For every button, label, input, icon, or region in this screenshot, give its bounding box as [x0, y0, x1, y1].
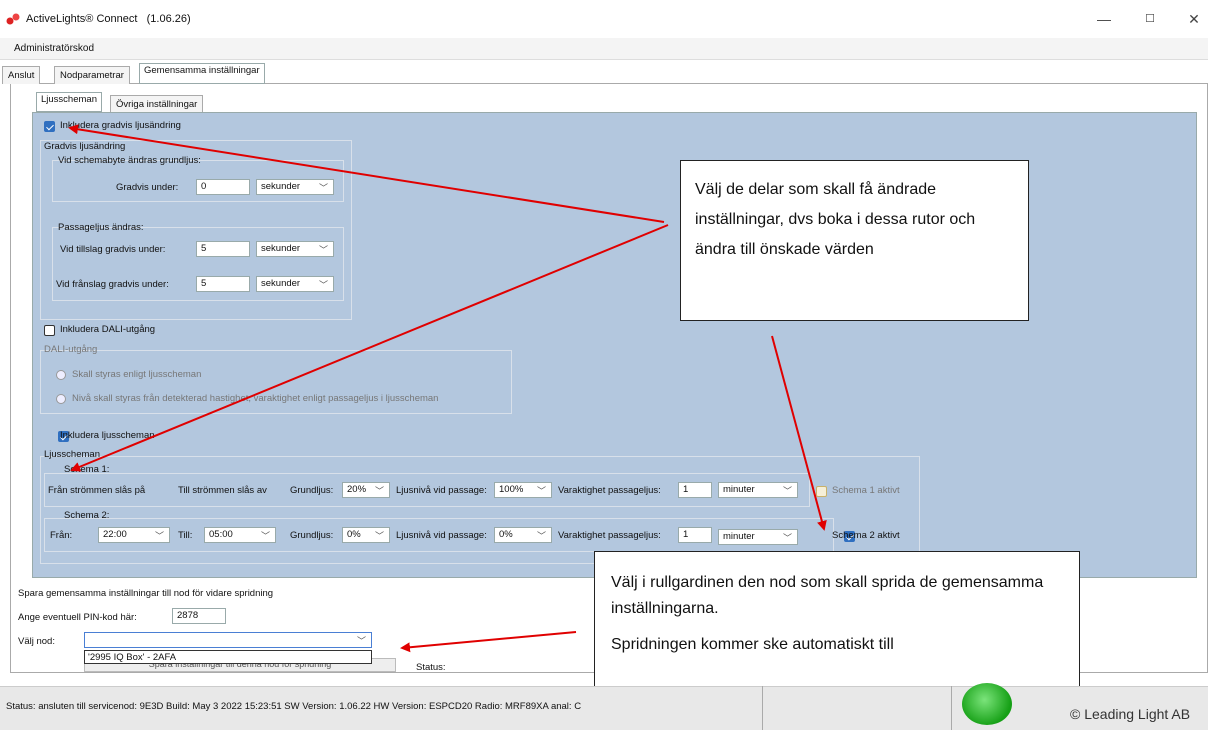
- scheme2-active-label: Schema 2 aktivt: [832, 530, 900, 541]
- tab-ovriga-installningar[interactable]: Övriga inställningar: [110, 95, 204, 113]
- on-unit-select[interactable]: sekunder ﹀: [256, 241, 334, 257]
- spread-title: Spara gemensamma inställningar till nod …: [18, 588, 274, 599]
- gradually-unit-select[interactable]: sekunder ﹀: [256, 179, 334, 195]
- off-gradual-input[interactable]: 5: [196, 276, 250, 292]
- annotation-callout-1: Välj de delar som skall få ändrade instä…: [680, 160, 1029, 321]
- include-dali-checkbox[interactable]: [44, 325, 55, 336]
- title-bar: ActiveLights® Connect (1.06.26) — ☐ ✕: [0, 0, 1208, 38]
- status-segment: [762, 686, 952, 730]
- include-gradual-checkbox[interactable]: [44, 121, 55, 132]
- scheme2-title: Schema 2:: [64, 510, 110, 521]
- scheme2-to-label: Till:: [178, 530, 193, 541]
- off-unit-select[interactable]: sekunder ﹀: [256, 276, 334, 292]
- schemes-group-title: Ljusscheman: [44, 449, 100, 460]
- chevron-down-icon: ﹀: [374, 531, 384, 541]
- node-select[interactable]: ﹀: [84, 632, 372, 648]
- scheme1-duration-input[interactable]: 1: [678, 482, 712, 498]
- off-gradual-label: Vid frånslag gradvis under:: [56, 279, 169, 290]
- scheme2-duration-unit-select[interactable]: minuter ﹀: [718, 529, 798, 545]
- chevron-down-icon: ﹀: [318, 183, 328, 193]
- passage-light-title: Passageljus ändras:: [58, 222, 144, 233]
- status-text: Status: ansluten till servicenod: 9E3D B…: [6, 701, 582, 712]
- chevron-down-icon: ﹀: [356, 636, 366, 646]
- chevron-down-icon: ﹀: [154, 531, 164, 541]
- include-gradual-label: Inkludera gradvis ljusändring: [60, 120, 181, 131]
- node-label: Välj nod:: [18, 636, 55, 647]
- dali-radio-speed-label: Nivå skall styras från detekterad hastig…: [72, 393, 439, 404]
- chevron-down-icon: ﹀: [536, 531, 546, 541]
- include-schemes-label: Inkludera ljusscheman: [60, 430, 155, 441]
- dali-group: [40, 350, 512, 414]
- minimize-button[interactable]: —: [1086, 6, 1122, 32]
- scheme1-active-label: Schema 1 aktivt: [832, 485, 900, 496]
- scheme1-level-label: Ljusnivå vid passage:: [396, 485, 487, 496]
- scheme2-to-select[interactable]: 05:00 ﹀: [204, 527, 276, 543]
- node-option[interactable]: '2995 IQ Box' - 2AFA: [84, 650, 372, 664]
- scheme1-duration-label: Varaktighet passageljus:: [558, 485, 661, 496]
- chevron-down-icon: ﹀: [782, 533, 792, 543]
- menu-item-admin[interactable]: Administratörskod: [14, 43, 94, 54]
- tab-anslut[interactable]: Anslut: [2, 66, 41, 84]
- annotation-2-line1: Välj i rullgardinen den nod som skall sp…: [611, 574, 1044, 617]
- scheme1-base-label: Grundljus:: [290, 485, 334, 496]
- scheme1-base-select[interactable]: 20% ﹀: [342, 482, 390, 498]
- spread-status-label: Status:: [416, 662, 446, 673]
- pin-label: Ange eventuell PIN-kod här:: [18, 612, 137, 623]
- scheme1-to: Till strömmen slås av: [178, 485, 267, 496]
- scheme-change-title: Vid schemabyte ändras grundljus:: [58, 155, 201, 166]
- maximize-button[interactable]: ☐: [1132, 6, 1168, 32]
- app-logo-icon: [6, 13, 20, 25]
- copyright-text: © Leading Light AB: [1070, 706, 1191, 722]
- chevron-down-icon: ﹀: [260, 531, 270, 541]
- scheme1-duration-unit-select[interactable]: minuter ﹀: [718, 482, 798, 498]
- close-button[interactable]: ✕: [1176, 6, 1208, 32]
- annotation-2-line2: Spridningen kommer ske automatiskt till: [611, 636, 894, 653]
- on-gradual-input[interactable]: 5: [196, 241, 250, 257]
- dali-radio-schedule[interactable]: [56, 370, 66, 380]
- dali-group-title: DALI-utgång: [44, 344, 98, 355]
- on-gradual-label: Vid tillslag gradvis under:: [60, 244, 166, 255]
- gradually-under-label: Gradvis under:: [116, 182, 179, 193]
- dali-radio-speed[interactable]: [56, 394, 66, 404]
- tab-nodparametrar[interactable]: Nodparametrar: [54, 66, 130, 84]
- scheme2-duration-input[interactable]: 1: [678, 527, 712, 543]
- chevron-down-icon: ﹀: [536, 486, 546, 496]
- scheme2-duration-label: Varaktighet passageljus:: [558, 530, 661, 541]
- chevron-down-icon: ﹀: [374, 486, 384, 496]
- tab-ljusscheman[interactable]: Ljusscheman: [36, 92, 102, 112]
- scheme2-from-label: Från:: [50, 530, 73, 541]
- scheme2-level-select[interactable]: 0% ﹀: [494, 527, 552, 543]
- pin-input[interactable]: 2878: [172, 608, 226, 624]
- dali-radio-schedule-label: Skall styras enligt ljusscheman: [72, 369, 202, 380]
- chevron-down-icon: ﹀: [318, 280, 328, 290]
- chevron-down-icon: ﹀: [318, 245, 328, 255]
- scheme2-level-label: Ljusnivå vid passage:: [396, 530, 487, 541]
- scheme2-base-label: Grundljus:: [290, 530, 334, 541]
- chevron-down-icon: ﹀: [782, 486, 792, 496]
- scheme1-from: Från strömmen slås på: [48, 485, 146, 496]
- tab-gemensamma-installningar[interactable]: Gemensamma inställningar: [139, 63, 265, 84]
- scheme1-level-select[interactable]: 100% ﹀: [494, 482, 552, 498]
- annotation-callout-2: Välj i rullgardinen den nod som skall sp…: [594, 551, 1080, 695]
- include-dali-label: Inkludera DALI-utgång: [60, 324, 156, 335]
- scheme1-title: Schema 1:: [64, 464, 110, 475]
- scheme1-active-checkbox[interactable]: [816, 486, 827, 497]
- connection-led-icon: [962, 683, 1012, 725]
- window-title: ActiveLights® Connect (1.06.26): [26, 13, 191, 25]
- menu-bar: Administratörskod: [0, 38, 1208, 60]
- scheme2-from-select[interactable]: 22:00 ﹀: [98, 527, 170, 543]
- gradual-group-title: Gradvis ljusändring: [44, 141, 126, 152]
- gradually-under-input[interactable]: 0: [196, 179, 250, 195]
- scheme2-base-select[interactable]: 0% ﹀: [342, 527, 390, 543]
- status-bar: Status: ansluten till servicenod: 9E3D B…: [0, 686, 1208, 730]
